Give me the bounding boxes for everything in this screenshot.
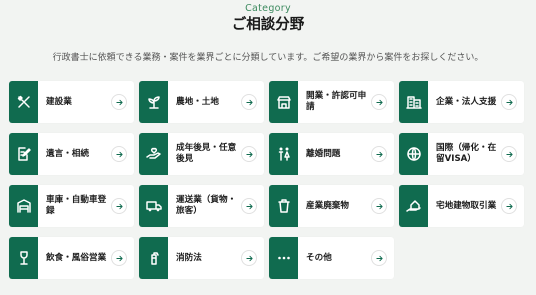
category-label: 建設業 (46, 96, 72, 107)
category-card[interactable]: その他 (269, 237, 394, 279)
dots-icon (269, 237, 298, 279)
shop-icon (269, 81, 298, 123)
category-section: Category ご相談分野 行政書士に依頼できる業務・案件を業界ごとに分類して… (0, 0, 536, 295)
category-label: 遺言・相続 (46, 148, 89, 159)
category-label: 消防法 (176, 252, 202, 263)
section-intro: 行政書士に依頼できる業務・案件を業界ごとに分類しています。ご希望の業界から案件を… (52, 53, 484, 63)
arrow-right-icon (241, 94, 257, 110)
category-label: 運送業（貨物・旅客） (176, 195, 237, 216)
wine-glass-icon (9, 237, 38, 279)
category-card[interactable]: 消防法 (139, 237, 264, 279)
sprout-icon (139, 81, 168, 123)
arrow-right-icon (241, 250, 257, 266)
hand-care-icon (139, 133, 168, 175)
category-card[interactable]: 車庫・自動車登録 (9, 185, 134, 227)
building-icon (399, 81, 428, 123)
category-label: 離婚問題 (306, 148, 341, 159)
document-pen-icon (9, 133, 38, 175)
section-title: ご相談分野 (231, 17, 305, 33)
category-card[interactable]: 成年後見・任意後見 (139, 133, 264, 175)
category-label: 飲食・風俗営業 (46, 252, 107, 263)
arrow-right-icon (111, 250, 127, 266)
category-card[interactable]: 企業・法人支援 (399, 81, 524, 123)
arrow-right-icon (371, 146, 387, 162)
arrow-right-icon (111, 94, 127, 110)
arrow-right-icon (111, 146, 127, 162)
category-card[interactable]: 遺言・相続 (9, 133, 134, 175)
category-card[interactable]: 建設業 (9, 81, 134, 123)
trash-icon (269, 185, 298, 227)
category-label: 宅地建物取引業 (436, 200, 497, 211)
category-label: 成年後見・任意後見 (176, 143, 237, 164)
arrow-right-icon (371, 250, 387, 266)
section-header: Category ご相談分野 (0, 0, 536, 35)
fire-extinguisher-icon (139, 237, 168, 279)
arrow-right-icon (371, 198, 387, 214)
garage-icon (9, 185, 38, 227)
category-label: 国際（帰化・在留VISA） (436, 143, 497, 164)
arrow-right-icon (241, 146, 257, 162)
category-eyebrow: Category (245, 3, 291, 14)
category-label: 産業廃棄物 (306, 200, 349, 211)
category-label: その他 (306, 252, 332, 263)
category-card[interactable]: 離婚問題 (269, 133, 394, 175)
category-card[interactable]: 産業廃棄物 (269, 185, 394, 227)
category-card[interactable]: 開業・許認可申請 (269, 81, 394, 123)
category-label: 企業・法人支援 (436, 96, 497, 107)
category-card[interactable]: 国際（帰化・在留VISA） (399, 133, 524, 175)
arrow-right-icon (371, 94, 387, 110)
arrow-right-icon (501, 94, 517, 110)
tools-icon (9, 81, 38, 123)
couple-icon (269, 133, 298, 175)
category-card[interactable]: 運送業（貨物・旅客） (139, 185, 264, 227)
arrow-right-icon (241, 198, 257, 214)
category-card[interactable]: 飲食・風俗営業 (9, 237, 134, 279)
category-card[interactable]: 農地・土地 (139, 81, 264, 123)
arrow-right-icon (501, 146, 517, 162)
category-label: 車庫・自動車登録 (46, 195, 107, 216)
globe-icon (399, 133, 428, 175)
arrow-right-icon (501, 198, 517, 214)
house-hand-icon (399, 185, 428, 227)
category-grid: 建設業 農地・土地 開業・許認可申請 企業・法人支援遺言・相続 成年後見・任意後見 離婚問… (9, 81, 524, 279)
truck-icon (139, 185, 168, 227)
category-label: 農地・土地 (176, 96, 219, 107)
category-label: 開業・許認可申請 (306, 91, 367, 112)
arrow-right-icon (111, 198, 127, 214)
category-card[interactable]: 宅地建物取引業 (399, 185, 524, 227)
